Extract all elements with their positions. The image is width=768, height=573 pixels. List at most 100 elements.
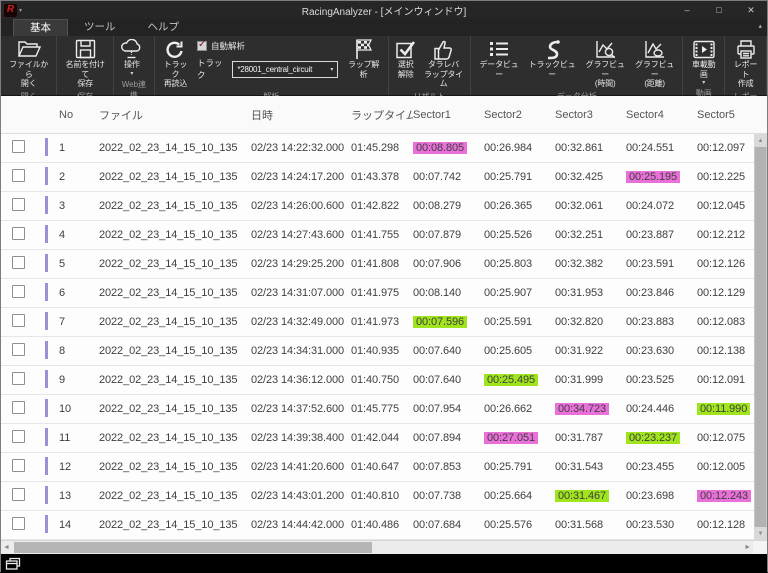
graph-view-time-button[interactable]: グラフビュー (時間) [580, 37, 629, 90]
row-checkbox[interactable] [12, 343, 25, 356]
data-view-button[interactable]: データビュー [474, 37, 523, 90]
row-checkbox[interactable] [12, 140, 25, 153]
table-row[interactable]: 102022_02_23_14_15_10_13502/23 14:37:52.… [1, 395, 767, 424]
tab-help[interactable]: ヘルプ [132, 19, 196, 36]
ribbon: ファイルから 開く 開く 名前を付けて 保存 保存 [1, 36, 767, 96]
table-row[interactable]: 32022_02_23_14_15_10_13502/23 14:26:00.6… [1, 192, 767, 221]
header-sector5[interactable]: Sector5 [697, 109, 768, 121]
tab-basic[interactable]: 基本 [13, 19, 68, 36]
cascade-windows-icon[interactable] [5, 557, 21, 571]
sector-highlight-worst: 00:08.805 [413, 142, 467, 154]
table-row[interactable]: 112022_02_23_14_15_10_13502/23 14:39:38.… [1, 424, 767, 453]
minimize-button[interactable]: – [671, 1, 703, 19]
row-checkbox[interactable] [12, 256, 25, 269]
table-row[interactable]: 132022_02_23_14_15_10_13502/23 14:43:01.… [1, 482, 767, 511]
cell-sector4: 00:24.446 [626, 403, 697, 415]
lap-analysis-button[interactable]: ラップ解析 [342, 37, 384, 90]
cell-sector3: 00:32.382 [555, 258, 626, 270]
open-from-file-button[interactable]: ファイルから 開く [4, 37, 53, 90]
cell-laptime: 01:40.647 [351, 461, 413, 473]
cell-sector4: 00:23.455 [626, 461, 697, 473]
list-icon [488, 38, 510, 60]
header-file[interactable]: ファイル [99, 107, 251, 123]
cloud-icon [120, 38, 144, 60]
row-checkbox[interactable] [12, 285, 25, 298]
cell-sector3: 00:32.425 [555, 171, 626, 183]
row-checkbox[interactable] [12, 372, 25, 385]
ribbon-group-web: 操作 ▾ Web連携 [114, 36, 155, 95]
cell-sector3: 00:31.953 [555, 287, 626, 299]
row-checkbox[interactable] [12, 401, 25, 414]
table-row[interactable]: 122022_02_23_14_15_10_13502/23 14:41:20.… [1, 453, 767, 482]
header-datetime[interactable]: 日時 [251, 107, 351, 123]
cell-datetime: 02/23 14:39:38.400 [251, 432, 351, 444]
row-color-marker [45, 428, 48, 446]
horizontal-scrollbar[interactable]: ◄ ► [1, 540, 767, 554]
row-checkbox[interactable] [12, 198, 25, 211]
row-marker-cell [45, 428, 59, 449]
header-no[interactable]: No [59, 109, 99, 121]
cell-sector4: 00:24.072 [626, 200, 697, 212]
row-color-marker [45, 225, 48, 243]
header-sector1[interactable]: Sector1 [413, 109, 484, 121]
maximize-button[interactable]: □ [703, 1, 735, 19]
track-select[interactable]: *28001_central_circuit ▾ [232, 61, 338, 78]
cell-laptime: 01:45.775 [351, 403, 413, 415]
table-row[interactable]: 22022_02_23_14_15_10_13502/23 14:24:17.2… [1, 163, 767, 192]
cell-datetime: 02/23 14:27:43.600 [251, 229, 351, 241]
web-operation-button[interactable]: 操作 ▾ [117, 37, 147, 78]
cell-sector4: 00:23.887 [626, 229, 697, 241]
header-laptime[interactable]: ラップタイム [351, 107, 413, 123]
row-checkbox[interactable] [12, 488, 25, 501]
onboard-video-button[interactable]: 車載動画 ▾ [686, 37, 721, 87]
table-row[interactable]: 12022_02_23_14_15_10_13502/23 14:22:32.0… [1, 134, 767, 163]
cell-sector3: 00:31.787 [555, 432, 626, 444]
row-checkbox[interactable] [12, 169, 25, 182]
cell-file: 2022_02_23_14_15_10_135 [99, 229, 251, 241]
row-checkbox[interactable] [12, 227, 25, 240]
save-as-button[interactable]: 名前を付けて 保存 [60, 37, 109, 90]
cell-sector4: 00:23.846 [626, 287, 697, 299]
cell-laptime: 01:41.973 [351, 316, 413, 328]
cell-file: 2022_02_23_14_15_10_135 [99, 142, 251, 154]
table-row[interactable]: 62022_02_23_14_15_10_13502/23 14:31:07.0… [1, 279, 767, 308]
table-row[interactable]: 92022_02_23_14_15_10_13502/23 14:36:12.0… [1, 366, 767, 395]
cell-sector4: 00:23.698 [626, 490, 697, 502]
table-row[interactable]: 52022_02_23_14_15_10_13502/23 14:29:25.2… [1, 250, 767, 279]
track-reload-button[interactable]: トラック 再読込 [158, 37, 193, 90]
header-sector2[interactable]: Sector2 [484, 109, 555, 121]
row-color-marker [45, 370, 48, 388]
row-checkbox[interactable] [12, 459, 25, 472]
horizontal-scroll-thumb[interactable] [14, 542, 372, 553]
scroll-left-icon[interactable]: ◄ [3, 541, 10, 554]
scroll-up-icon[interactable]: ▲ [754, 134, 767, 147]
app-window: { "window": { "title": "RacingAnalyzer -… [0, 0, 768, 572]
table-row[interactable]: 82022_02_23_14_15_10_13502/23 14:34:31.0… [1, 337, 767, 366]
cell-datetime: 02/23 14:44:42.000 [251, 519, 351, 531]
close-button[interactable]: ✕ [735, 1, 767, 19]
vertical-scrollbar[interactable]: ▲ ▼ [754, 134, 767, 540]
auto-analysis-checkbox[interactable] [197, 41, 207, 51]
row-checkbox[interactable] [12, 517, 25, 530]
deselect-button[interactable]: 選択 解除 [392, 37, 420, 90]
cell-sector4: 00:23.883 [626, 316, 697, 328]
cell-sector1: 00:07.640 [413, 345, 484, 357]
scroll-down-icon[interactable]: ▼ [754, 527, 767, 540]
header-sector3[interactable]: Sector3 [555, 109, 626, 121]
ribbon-collapse-icon[interactable]: ▴ [758, 22, 762, 30]
row-checkbox[interactable] [12, 314, 25, 327]
what-if-laptime-button[interactable]: タラレバ ラップタイム [420, 37, 468, 90]
track-view-button[interactable]: トラックビュー [524, 37, 581, 90]
table-row[interactable]: 72022_02_23_14_15_10_13502/23 14:32:49.0… [1, 308, 767, 337]
graph-view-distance-button[interactable]: グラフビュー (距離) [630, 37, 679, 90]
table-row[interactable]: 42022_02_23_14_15_10_13502/23 14:27:43.6… [1, 221, 767, 250]
tab-tools[interactable]: ツール [68, 19, 132, 36]
row-checkbox[interactable] [12, 430, 25, 443]
vertical-scroll-thumb[interactable] [755, 147, 766, 527]
table-row[interactable]: 142022_02_23_14_15_10_13502/23 14:44:42.… [1, 511, 767, 540]
cell-sector2: 00:25.526 [484, 229, 555, 241]
scroll-right-icon[interactable]: ► [744, 541, 751, 554]
cell-laptime: 01:40.486 [351, 519, 413, 531]
create-report-button[interactable]: レポート 作成 [728, 37, 763, 90]
header-sector4[interactable]: Sector4 [626, 109, 697, 121]
